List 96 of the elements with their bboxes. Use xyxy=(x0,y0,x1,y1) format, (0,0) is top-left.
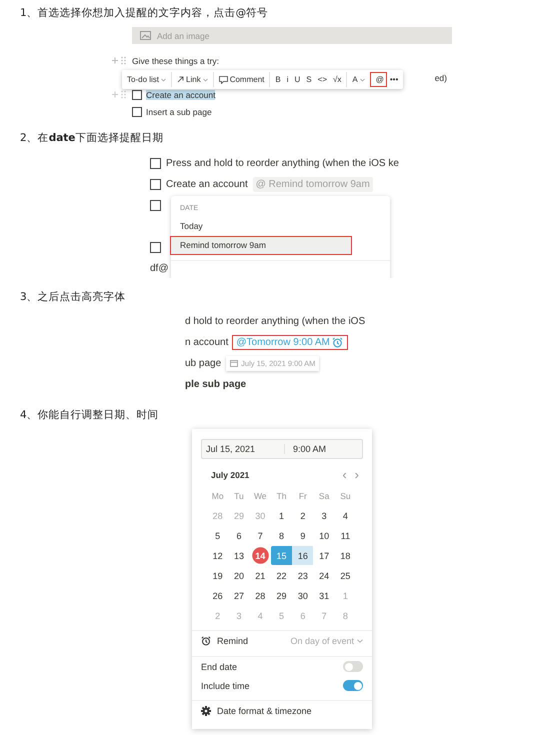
arrow-icon xyxy=(177,76,184,83)
date-format-option[interactable]: Date format & timezone xyxy=(217,706,363,716)
toolbar-button[interactable]: ••• xyxy=(386,72,402,87)
toolbar-button[interactable]: A xyxy=(346,72,368,87)
date-input[interactable]: Jul 15, 2021 xyxy=(202,444,285,454)
calendar-day[interactable]: 12 xyxy=(207,546,228,565)
calendar-day[interactable]: 4 xyxy=(334,506,356,525)
toggle-switch[interactable] xyxy=(343,680,363,691)
remind-label: Remind xyxy=(217,636,250,646)
calendar-icon xyxy=(230,360,238,367)
todo-text: Insert a sub page xyxy=(146,106,212,116)
block-text: ed) xyxy=(434,72,447,82)
calendar-day[interactable]: 24 xyxy=(313,566,335,585)
todo-text: Create an account xyxy=(146,90,216,100)
menu-item[interactable]: Remind tomorrow 9am xyxy=(171,237,351,254)
month-label: July 2021 xyxy=(211,470,250,480)
gear-icon xyxy=(201,706,211,716)
calendar-day[interactable]: 28 xyxy=(250,586,271,605)
caret-icon xyxy=(161,78,166,82)
calendar-day[interactable]: 31 xyxy=(313,586,335,605)
calendar-day[interactable]: 23 xyxy=(292,566,314,585)
caret-icon xyxy=(360,78,365,82)
calendar-day[interactable]: 21 xyxy=(250,566,271,585)
calendar-day[interactable]: 8 xyxy=(270,526,292,545)
toggle-switch[interactable] xyxy=(343,661,363,672)
time-input[interactable]: 9:00 AM xyxy=(285,444,326,454)
weekday-label: Tu xyxy=(233,490,245,503)
toggle-label: End date xyxy=(201,662,238,672)
calendar-day[interactable]: 14 xyxy=(250,546,271,565)
checkbox[interactable] xyxy=(132,106,142,116)
toolbar-button[interactable]: √x xyxy=(330,72,344,87)
block-text: df@ xyxy=(150,263,168,274)
checkbox[interactable] xyxy=(150,242,161,253)
calendar-day[interactable]: 10 xyxy=(313,526,335,545)
alarm-clock-icon xyxy=(201,636,211,646)
toolbar-button[interactable]: To-do list xyxy=(124,72,170,87)
alarm-clock-icon xyxy=(332,337,343,348)
weekday-label: Fr xyxy=(298,490,308,503)
block-text: Give these things a try: xyxy=(132,56,219,66)
step-heading: 4、你能自行调整日期、时间 xyxy=(19,408,160,423)
comment-icon xyxy=(218,76,228,84)
toggle-label: Include time xyxy=(201,680,251,690)
calendar-day[interactable]: 18 xyxy=(334,546,356,565)
calendar-day[interactable]: 27 xyxy=(228,586,250,605)
toolbar-button[interactable]: <> xyxy=(314,72,330,87)
calendar-day[interactable]: 20 xyxy=(228,566,250,585)
step-heading: 1、首选选择你想加入提醒的文字内容，点击@符号 xyxy=(19,6,270,21)
calendar-day[interactable]: 19 xyxy=(207,566,228,585)
add-image-label: Add an image xyxy=(157,30,210,40)
calendar-day[interactable]: 1 xyxy=(270,506,292,525)
weekday-label: Mo xyxy=(210,490,225,503)
weekday-label: Sa xyxy=(318,490,330,503)
toolbar-button[interactable]: U xyxy=(292,72,304,87)
date-time-field[interactable]: Jul 15, 2021 9:00 AM xyxy=(201,439,363,459)
todo-text: Create an account xyxy=(166,179,248,190)
calendar-day[interactable]: 29 xyxy=(270,586,292,605)
toolbar-button[interactable]: B xyxy=(269,72,284,87)
drag-handle-icon[interactable] xyxy=(112,90,128,99)
block-text: d hold to reorder anything (when the iOS xyxy=(185,316,366,327)
calendar-day[interactable]: 30 xyxy=(292,586,314,605)
weekday-label: Su xyxy=(339,490,352,503)
calendar-day[interactable]: 5 xyxy=(207,526,228,545)
checkbox[interactable] xyxy=(150,179,161,190)
calendar-day[interactable]: 25 xyxy=(334,566,356,585)
toolbar-button[interactable]: i xyxy=(284,72,292,87)
toolbar-button[interactable]: Link xyxy=(171,72,211,87)
block-text: ub page xyxy=(185,358,222,369)
calendar-day[interactable]: 17 xyxy=(313,546,335,565)
drag-handle-icon[interactable] xyxy=(112,56,128,65)
toolbar-button[interactable]: Comment xyxy=(212,72,268,87)
checkbox[interactable] xyxy=(132,90,142,100)
calendar-day[interactable]: 26 xyxy=(207,586,228,605)
calendar-day[interactable]: 16 xyxy=(292,546,314,565)
calendar-day[interactable]: 3 xyxy=(313,506,335,525)
block-text: n account xyxy=(185,337,228,348)
calendar-day[interactable]: 13 xyxy=(228,546,250,565)
menu-item[interactable]: Today xyxy=(171,218,390,235)
weekday-label: We xyxy=(252,490,268,503)
calendar-day[interactable]: 2 xyxy=(292,506,314,525)
image-icon xyxy=(140,31,151,40)
checkbox[interactable] xyxy=(150,200,161,211)
calendar-day[interactable]: 6 xyxy=(228,526,250,545)
step-heading: 3、之后点击高亮字体 xyxy=(19,290,127,305)
step-heading: 2、在date下面选择提醒日期 xyxy=(19,131,164,146)
calendar-day[interactable]: 7 xyxy=(250,526,271,545)
toolbar-button[interactable]: @ xyxy=(370,72,387,87)
caret-icon xyxy=(357,639,363,643)
calendar-day[interactable]: 9 xyxy=(292,526,314,545)
checkbox[interactable] xyxy=(150,158,161,169)
caret-icon xyxy=(202,78,208,82)
calendar-day[interactable]: 22 xyxy=(270,566,292,585)
block-text: ple sub page xyxy=(185,379,246,390)
calendar-day[interactable]: 11 xyxy=(334,526,356,545)
todo-text: Press and hold to reorder anything (when the iOS ke xyxy=(166,158,399,169)
weekday-label: Th xyxy=(276,490,288,503)
toolbar-button[interactable]: S xyxy=(303,72,315,87)
